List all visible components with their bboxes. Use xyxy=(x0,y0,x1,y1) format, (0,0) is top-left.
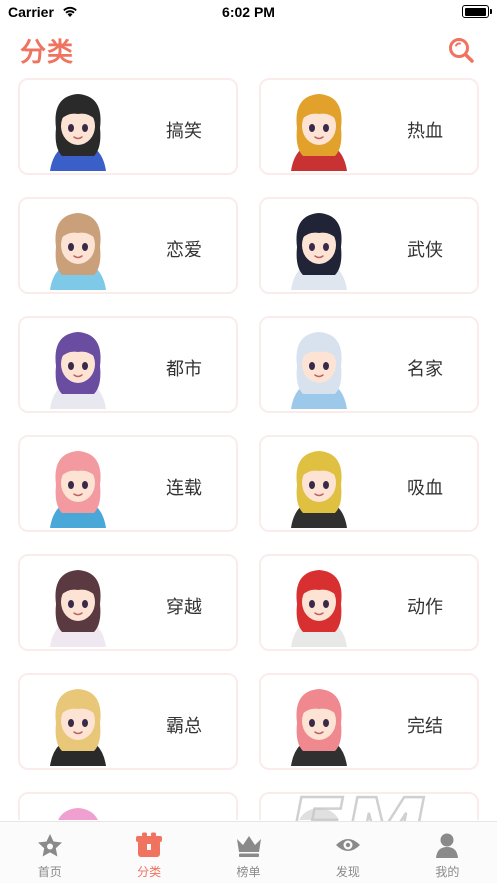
battery-icon xyxy=(462,5,492,18)
tab-label: 榜单 xyxy=(236,865,261,879)
page-title: 分类 xyxy=(20,38,75,68)
category-label: 完结 xyxy=(407,716,443,737)
category-card[interactable]: 连载 xyxy=(18,435,238,532)
category-cover-image xyxy=(50,570,106,647)
category-card[interactable]: 都市 xyxy=(18,316,238,413)
tab-category-box[interactable]: 分类 xyxy=(99,822,198,883)
tab-profile[interactable]: 我的 xyxy=(398,822,497,883)
tab-label: 首页 xyxy=(37,865,62,879)
tab-home-star[interactable]: 首页 xyxy=(0,822,99,883)
category-label: 动作 xyxy=(407,597,443,618)
category-cover-image xyxy=(291,94,347,171)
category-card[interactable]: 完结 xyxy=(259,673,479,770)
tab-label: 发现 xyxy=(335,865,360,879)
clock: 6:02 PM xyxy=(222,4,275,20)
tab-discover[interactable]: 发现 xyxy=(298,822,397,883)
category-label: 名家 xyxy=(407,359,443,380)
category-cover-image xyxy=(58,808,98,820)
category-card[interactable]: 搞笑 xyxy=(18,78,238,175)
search-icon[interactable] xyxy=(447,36,475,64)
category-card[interactable]: 热血 xyxy=(259,78,479,175)
home-star-icon xyxy=(37,834,62,857)
nav-bar: 分类 xyxy=(0,26,497,72)
category-card[interactable]: 吸血 xyxy=(259,435,479,532)
category-label: 吸血 xyxy=(407,478,443,499)
discover-icon xyxy=(335,839,360,851)
category-card[interactable]: 霸总 xyxy=(18,673,238,770)
category-label: 都市 xyxy=(166,359,202,380)
category-cover-image xyxy=(291,570,347,647)
category-box-icon xyxy=(136,832,163,857)
category-card[interactable]: 穿越 xyxy=(18,554,238,651)
category-cover-image xyxy=(291,213,347,290)
category-cover-image xyxy=(50,213,106,290)
category-cover-image xyxy=(291,451,347,528)
category-label: 连载 xyxy=(166,478,202,499)
category-cover-image xyxy=(291,332,347,409)
category-cover-image xyxy=(291,689,347,766)
category-label: 恋爱 xyxy=(166,240,202,261)
category-card[interactable]: 武侠 xyxy=(259,197,479,294)
category-label: 穿越 xyxy=(166,597,202,618)
category-label: 武侠 xyxy=(407,240,443,261)
tab-label: 分类 xyxy=(137,865,162,879)
battery-fill xyxy=(464,7,486,16)
category-card[interactable]: 恋爱 xyxy=(18,197,238,294)
profile-icon xyxy=(436,833,459,858)
category-label: 热血 xyxy=(407,121,443,142)
category-cover-image xyxy=(50,451,106,528)
category-label: 霸总 xyxy=(166,716,202,737)
category-card[interactable]: 动作 xyxy=(259,554,479,651)
category-cover-image xyxy=(50,332,106,409)
status-bar: Carrier 6:02 PM xyxy=(0,0,497,26)
tab-bar: 首页 分类 榜单 发现 我的 xyxy=(0,821,497,883)
category-cover-image xyxy=(50,94,106,171)
tab-crown[interactable]: 榜单 xyxy=(199,822,298,883)
crown-icon xyxy=(236,836,261,857)
category-label: 搞笑 xyxy=(166,121,202,142)
category-grid: 搞笑 热血恋爱 武侠都市 名家连载 吸血穿越 动作霸总 完结 xyxy=(18,78,480,820)
category-cover-image xyxy=(50,689,106,766)
tab-label: 我的 xyxy=(435,865,460,879)
category-card[interactable] xyxy=(18,792,238,820)
category-card[interactable]: 名家 xyxy=(259,316,479,413)
